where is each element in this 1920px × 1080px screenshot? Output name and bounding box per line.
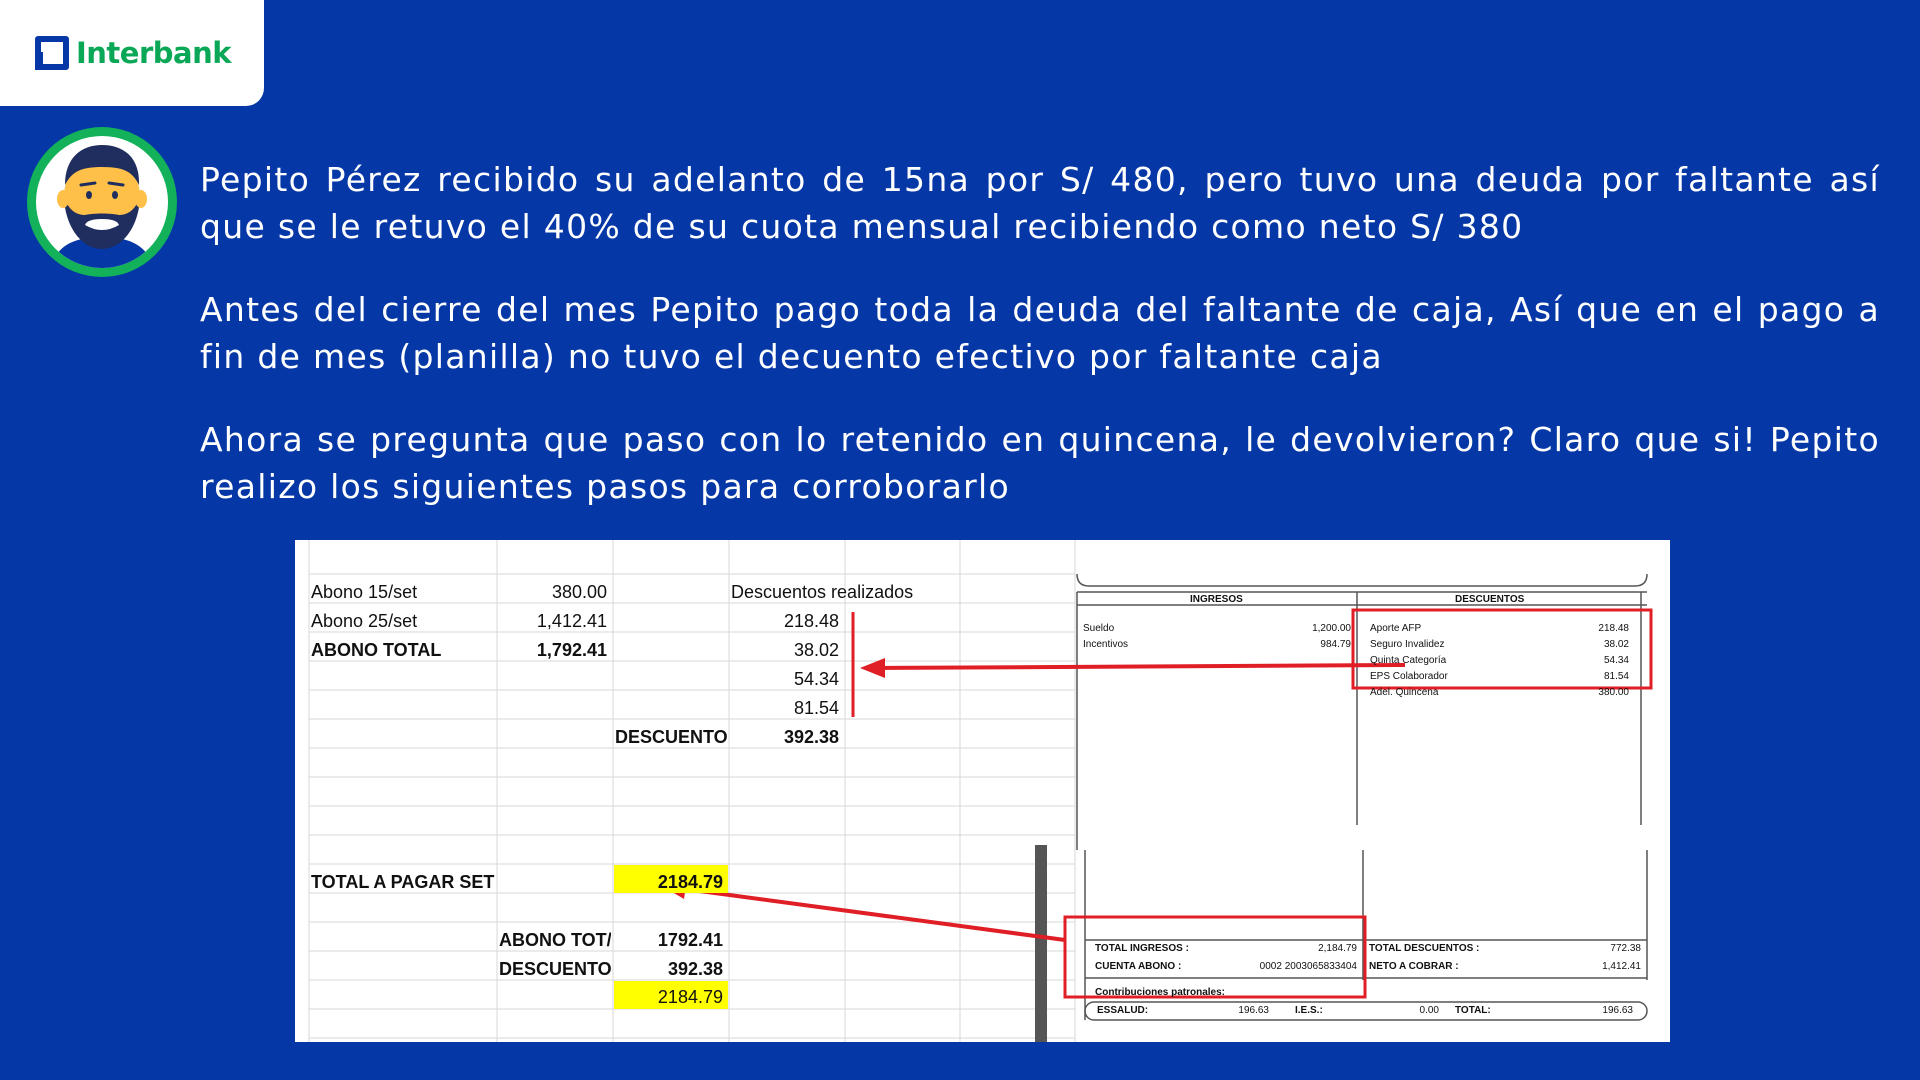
descuento-label: DESCUENTO [615,727,728,747]
interbank-logo: Interbank [0,0,264,106]
descuento-quinta: 54.34 [793,669,839,689]
payslip-quinta-value: 54.34 [1603,655,1629,666]
total-pagar-value: 2184.79 [657,872,723,892]
total-pagar-label: TOTAL A PAGAR SET [311,872,495,892]
payslip-descuentos-header: DESCUENTOS [1455,594,1525,605]
payslip-sueldo-label: Sueldo [1083,623,1115,634]
payslip-afp-value: 218.48 [1598,623,1629,634]
check-total-value: 2184.79 [657,987,723,1007]
payslip-seguro-value: 38.02 [1603,639,1629,650]
descuento-total: 392.38 [783,727,839,747]
payslip-contrib-label: Contribuciones patronales: [1095,987,1226,998]
payslip-neto-label: NETO A COBRAR : [1369,961,1459,972]
check-abono-label: ABONO TOT/ [499,930,611,950]
paragraph-2: Antes del cierre del mes Pepito pago tod… [200,290,1880,376]
paragraph-1: Pepito Pérez recibido su adelanto de 15n… [200,160,1880,246]
payslip-neto-value: 1,412.41 [1602,961,1641,972]
payslip-ies-label: I.E.S.: [1295,1005,1323,1016]
calculation-screenshot: Abono 15/set 380.00 Abono 25/set 1,412.4… [295,540,1670,1042]
payslip-sueldo-value: 1,200.00 [1312,623,1351,634]
abono-25-label: Abono 25/set [311,611,418,631]
abono-total-label: ABONO TOTAL [311,640,442,660]
descuento-afp: 218.48 [783,611,839,631]
payslip-adelanto-value: 380.00 [1598,687,1629,698]
payslip-incentivos-label: Incentivos [1083,639,1129,650]
brand-name: Interbank [76,36,232,70]
payslip-total-value: 196.63 [1602,1005,1633,1016]
payslip-essalud-value: 196.63 [1238,1005,1269,1016]
abono-25-value: 1,412.41 [536,611,607,631]
abono-total-value: 1,792.41 [536,640,607,660]
payslip-cuenta-abono-value: 0002 2003065833404 [1259,961,1357,972]
descuento-seguro: 38.02 [793,640,839,660]
payslip-eps-label: EPS Colaborador [1370,671,1448,682]
descuentos-header: Descuentos realizados [731,582,914,602]
check-descuento-label: DESCUENTO [499,959,612,979]
payslip-ingresos-header: INGRESOS [1190,594,1243,605]
explanation-text: Pepito Pérez recibido su adelanto de 15n… [200,156,1880,546]
payslip-total-ingresos-label: TOTAL INGRESOS : [1095,943,1189,954]
abono-15-label: Abono 15/set [311,582,418,602]
payslip-total-descuentos-value: 772.38 [1610,943,1641,954]
check-descuento-value: 392.38 [667,959,723,979]
payslip-adelanto-label: Adel. Quincena [1370,687,1439,698]
bearded-man-avatar-icon [27,127,177,277]
payslip-total-label: TOTAL: [1455,1005,1491,1016]
payslip-total-ingresos-value: 2,184.79 [1318,943,1357,954]
descuento-eps: 81.54 [793,698,839,718]
payslip-afp-label: Aporte AFP [1370,623,1422,634]
payslip-quinta-label: Quinta Categoría [1370,655,1447,666]
abono-15-value: 380.00 [551,582,607,602]
payslip-essalud-label: ESSALUD: [1097,1005,1149,1016]
payslip-seguro-label: Seguro Invalidez [1370,639,1445,650]
payslip-ies-value: 0.00 [1419,1005,1439,1016]
payslip-incentivos-value: 984.79 [1320,639,1351,650]
payslip-total-descuentos-label: TOTAL DESCUENTOS : [1369,943,1480,954]
payslip-cuenta-abono-label: CUENTA ABONO : [1095,961,1182,972]
check-abono-value: 1792.41 [657,930,723,950]
interbank-logo-mark [35,36,69,70]
paragraph-3: Ahora se pregunta que paso con lo reteni… [200,420,1880,506]
payslip-eps-value: 81.54 [1603,671,1629,682]
